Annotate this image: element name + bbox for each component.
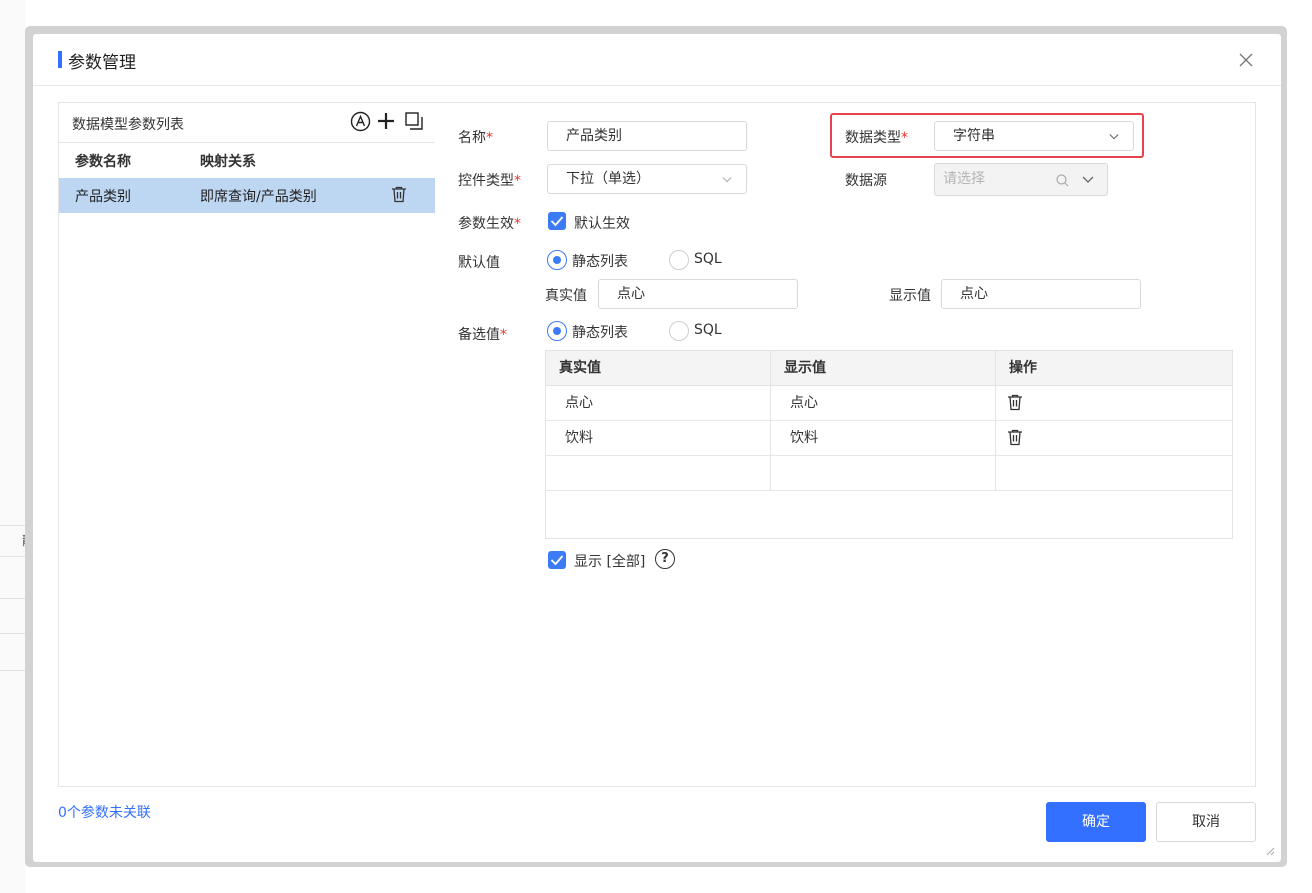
param-row-mapping: 即席查询/产品类别	[200, 189, 317, 205]
background-page	[0, 0, 26, 893]
options-static-label: 静态列表	[572, 325, 628, 341]
name-label: 名称*	[458, 130, 493, 146]
chevron-down-icon	[722, 177, 732, 183]
options-table-header: 真实值 显示值 操作	[546, 351, 1232, 386]
trash-icon[interactable]	[1007, 394, 1023, 415]
control-type-select[interactable]: 下拉（单选）	[547, 164, 747, 194]
param-list-title: 数据模型参数列表	[72, 117, 184, 133]
default-static-radio[interactable]	[547, 250, 567, 270]
chevron-down-icon	[1082, 176, 1094, 183]
divider	[0, 525, 26, 526]
options-table: 真实值 显示值 操作 点心 点心 饮料 饮料	[545, 350, 1233, 539]
name-input[interactable]: 产品类别	[547, 121, 747, 151]
divider	[0, 556, 26, 557]
default-value-label: 默认值	[458, 255, 500, 271]
default-sql-label: SQL	[694, 251, 722, 267]
column-header-mapping: 映射关系	[200, 154, 256, 170]
show-all-label: 显示 [全部]	[574, 554, 646, 570]
search-icon	[1056, 174, 1069, 187]
display-value-label: 显示值	[889, 288, 931, 304]
table-row: 点心 点心	[546, 386, 1232, 421]
data-type-label: 数据类型*	[845, 130, 908, 146]
unlinked-params-link[interactable]: 0个参数未关联	[58, 802, 151, 822]
show-all-checkbox[interactable]	[548, 551, 566, 569]
title-accent-bar	[58, 51, 62, 68]
real-value-label: 真实值	[545, 288, 587, 304]
column-header-display: 显示值	[784, 360, 826, 376]
table-row-empty[interactable]	[546, 456, 1232, 491]
column-divider	[770, 351, 771, 491]
divider	[0, 670, 26, 671]
real-value-input[interactable]: 点心	[598, 279, 798, 309]
table-cell-display[interactable]: 点心	[790, 386, 818, 421]
auto-icon[interactable]	[348, 109, 372, 133]
param-row-name: 产品类别	[75, 189, 131, 205]
param-row[interactable]: 产品类别 即席查询/产品类别	[59, 178, 435, 213]
display-value-input[interactable]: 点心	[941, 279, 1141, 309]
default-static-label: 静态列表	[572, 254, 628, 270]
column-header-real: 真实值	[559, 360, 601, 376]
close-icon[interactable]	[1239, 50, 1253, 70]
trash-icon[interactable]	[1007, 429, 1023, 450]
datasource-label: 数据源	[845, 173, 887, 189]
table-cell-real[interactable]: 饮料	[565, 421, 593, 456]
default-sql-radio[interactable]	[669, 250, 689, 270]
datasource-select[interactable]: 请选择	[934, 163, 1108, 196]
param-management-dialog: 参数管理 数据模型参数列表 参数名称 映射关系 产品类别 即席查询/产品类别 名…	[33, 34, 1281, 862]
chevron-down-icon	[1109, 134, 1119, 140]
options-static-radio[interactable]	[547, 321, 567, 341]
default-effect-checkbox[interactable]	[548, 212, 566, 230]
column-header-param-name: 参数名称	[75, 154, 131, 170]
control-type-label: 控件类型*	[458, 173, 521, 189]
resize-handle-icon[interactable]	[1265, 846, 1275, 856]
effect-label: 参数生效*	[458, 216, 521, 232]
column-header-action: 操作	[1009, 360, 1037, 376]
copy-icon[interactable]	[402, 109, 426, 133]
data-type-select[interactable]: 字符串	[934, 121, 1134, 151]
column-divider	[995, 351, 996, 491]
param-list-panel: 数据模型参数列表 参数名称 映射关系 产品类别 即席查询/产品类别	[58, 102, 435, 787]
table-row: 饮料 饮料	[546, 421, 1232, 456]
options-label: 备选值*	[458, 327, 507, 343]
options-sql-radio[interactable]	[669, 321, 689, 341]
cancel-button[interactable]: 取消	[1156, 802, 1256, 842]
divider	[0, 633, 26, 634]
datasource-placeholder: 请选择	[943, 171, 985, 187]
table-cell-display[interactable]: 饮料	[790, 421, 818, 456]
default-effect-label: 默认生效	[574, 216, 630, 232]
options-sql-label: SQL	[694, 322, 722, 338]
dialog-header: 参数管理	[33, 34, 1281, 86]
trash-icon[interactable]	[391, 186, 407, 207]
divider	[0, 598, 26, 599]
param-list-header: 数据模型参数列表	[59, 103, 435, 143]
dialog-title: 参数管理	[68, 53, 136, 73]
help-icon[interactable]: ?	[655, 549, 675, 569]
data-type-value: 字符串	[953, 128, 995, 144]
confirm-button[interactable]: 确定	[1046, 802, 1146, 842]
control-type-value: 下拉（单选）	[566, 171, 650, 187]
plus-icon[interactable]	[374, 109, 398, 133]
table-cell-real[interactable]: 点心	[565, 386, 593, 421]
